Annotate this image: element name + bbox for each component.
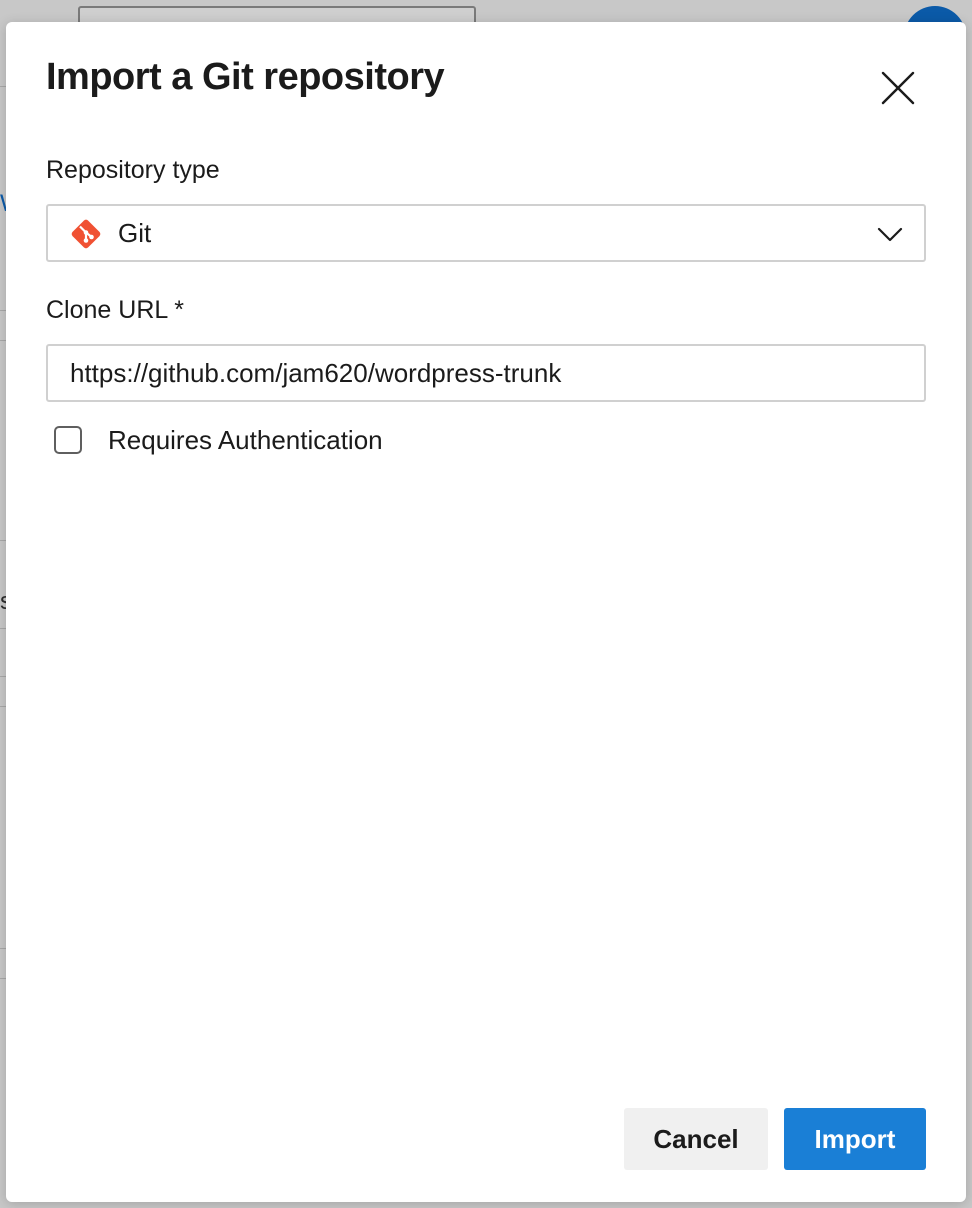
dialog-title: Import a Git repository — [46, 56, 445, 98]
requires-authentication-label: Requires Authentication — [108, 424, 383, 455]
requires-authentication-checkbox[interactable]: Requires Authentication — [54, 422, 383, 458]
clone-url-label: Clone URL * — [46, 296, 185, 324]
repository-type-label: Repository type — [46, 156, 220, 184]
git-icon — [71, 219, 101, 249]
close-button[interactable] — [874, 64, 922, 112]
checkbox-box[interactable] — [54, 426, 82, 454]
repository-type-dropdown[interactable]: Git — [46, 204, 926, 262]
import-button[interactable]: Import — [784, 1108, 926, 1170]
close-icon — [881, 71, 915, 105]
clone-url-input[interactable] — [46, 344, 926, 402]
chevron-down-icon — [877, 227, 903, 242]
import-repository-dialog: Import a Git repository Repository type … — [6, 22, 966, 1202]
cancel-button[interactable]: Cancel — [624, 1108, 768, 1170]
repository-type-value: Git — [118, 218, 152, 248]
